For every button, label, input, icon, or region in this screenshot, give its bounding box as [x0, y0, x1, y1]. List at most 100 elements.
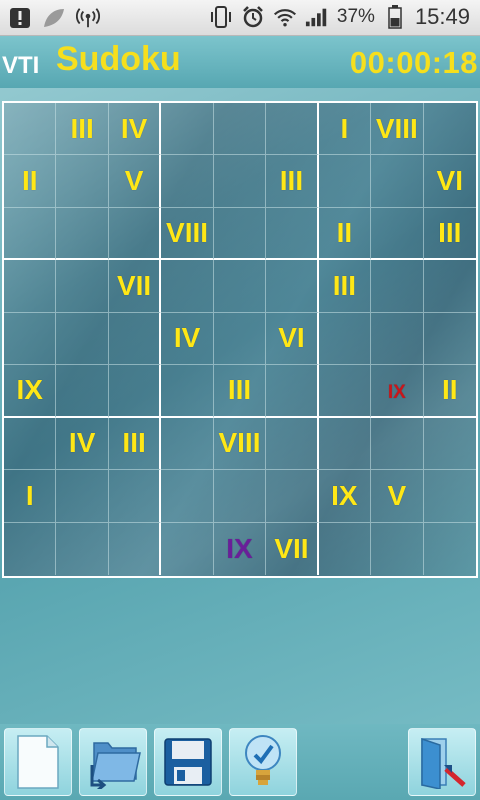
- sudoku-cell[interactable]: [56, 522, 109, 575]
- sudoku-cell[interactable]: II: [423, 365, 476, 418]
- status-bar: 37% 15:49: [0, 0, 480, 36]
- sudoku-cell[interactable]: I: [318, 103, 372, 156]
- sudoku-cell[interactable]: [318, 155, 372, 208]
- sudoku-cell[interactable]: [4, 312, 57, 366]
- sudoku-cell[interactable]: [423, 418, 476, 471]
- sudoku-cell[interactable]: III: [56, 103, 109, 156]
- sudoku-cell[interactable]: V: [108, 155, 162, 208]
- sudoku-cell[interactable]: IX: [371, 365, 424, 418]
- open-folder-icon: [90, 742, 141, 789]
- sudoku-cell[interactable]: [109, 522, 162, 575]
- sudoku-cell[interactable]: VI: [266, 312, 319, 366]
- vibrate-icon: [209, 5, 233, 29]
- sudoku-cell[interactable]: [161, 103, 214, 156]
- signal-icon: [305, 5, 329, 29]
- sudoku-cell[interactable]: [423, 103, 476, 156]
- sudoku-cell[interactable]: [213, 260, 267, 313]
- sudoku-cell[interactable]: VII: [108, 260, 162, 313]
- sudoku-cell[interactable]: [266, 260, 319, 313]
- sudoku-cell[interactable]: IV: [161, 312, 214, 366]
- sudoku-cell[interactable]: [4, 522, 57, 575]
- sudoku-cell[interactable]: [56, 260, 109, 313]
- exit-door-icon: [421, 737, 466, 789]
- sudoku-cell[interactable]: [266, 470, 319, 523]
- sudoku-cell[interactable]: [318, 417, 372, 471]
- sudoku-cell[interactable]: [161, 155, 214, 208]
- sudoku-cell[interactable]: II: [4, 155, 57, 208]
- sudoku-cell[interactable]: [56, 365, 109, 418]
- sudoku-cell[interactable]: [213, 312, 267, 366]
- sudoku-cell[interactable]: III: [318, 260, 372, 313]
- sudoku-cell[interactable]: [56, 312, 109, 366]
- sudoku-cell[interactable]: [4, 207, 57, 261]
- sudoku-cell[interactable]: [56, 470, 109, 523]
- sudoku-cell[interactable]: IX: [4, 365, 57, 418]
- sudoku-cell[interactable]: [266, 207, 319, 261]
- notification-icon: [8, 6, 32, 30]
- sudoku-cell[interactable]: VIII: [371, 103, 424, 156]
- title-bar: VTI Sudoku 00:00:18: [0, 36, 480, 88]
- sudoku-cell[interactable]: [371, 260, 424, 313]
- sudoku-cell[interactable]: IX: [214, 522, 267, 575]
- exit-button[interactable]: [408, 728, 476, 796]
- sudoku-cell[interactable]: [161, 522, 214, 575]
- sudoku-cell[interactable]: [56, 155, 109, 208]
- sudoku-cell[interactable]: I: [4, 470, 57, 523]
- sudoku-cell[interactable]: [161, 470, 214, 523]
- sudoku-cell[interactable]: III: [108, 417, 162, 471]
- game-timer: 00:00:18: [349, 45, 478, 80]
- sudoku-cell[interactable]: [4, 260, 57, 313]
- sudoku-cell[interactable]: II: [318, 207, 372, 261]
- new-document-icon: [17, 735, 59, 789]
- sudoku-cell[interactable]: IV: [108, 103, 162, 156]
- sudoku-cell[interactable]: VI: [423, 155, 476, 208]
- sudoku-cell[interactable]: [371, 312, 424, 366]
- open-game-button[interactable]: [79, 728, 147, 796]
- sudoku-cell[interactable]: IV: [56, 417, 109, 471]
- sudoku-cell[interactable]: [319, 522, 372, 575]
- sudoku-cell[interactable]: [56, 207, 109, 261]
- sudoku-cell[interactable]: [424, 523, 476, 575]
- sudoku-cell[interactable]: [213, 207, 267, 261]
- sudoku-cell[interactable]: [371, 417, 424, 471]
- leaf-icon: [42, 6, 66, 30]
- sudoku-cell[interactable]: [161, 260, 214, 313]
- sudoku-cell[interactable]: VIII: [161, 207, 214, 261]
- sudoku-cell[interactable]: [423, 313, 476, 366]
- sudoku-cell[interactable]: [423, 470, 476, 523]
- sudoku-cell[interactable]: VII: [266, 522, 319, 575]
- sudoku-cell[interactable]: [266, 365, 319, 418]
- app-title: Sudoku: [56, 40, 181, 78]
- sudoku-cell[interactable]: III: [213, 365, 267, 418]
- sudoku-cell[interactable]: [4, 103, 57, 156]
- sudoku-cell[interactable]: [318, 365, 372, 418]
- sudoku-cell[interactable]: [371, 155, 424, 208]
- sudoku-cell[interactable]: [318, 312, 372, 366]
- sudoku-cell[interactable]: [213, 155, 267, 208]
- sudoku-cell[interactable]: [371, 207, 424, 261]
- sudoku-cell[interactable]: VIII: [213, 417, 267, 471]
- sudoku-cell[interactable]: [213, 470, 267, 523]
- sudoku-cell[interactable]: [213, 103, 267, 156]
- sudoku-cell[interactable]: IX: [318, 470, 372, 523]
- hotspot-icon: [76, 6, 100, 30]
- brand-label: VTI: [2, 52, 40, 79]
- new-game-button[interactable]: [4, 728, 72, 796]
- sudoku-cell[interactable]: III: [423, 208, 476, 261]
- sudoku-cell[interactable]: [266, 417, 319, 471]
- save-game-button[interactable]: [154, 728, 222, 796]
- sudoku-cell[interactable]: [108, 365, 162, 418]
- sudoku-cell[interactable]: V: [371, 470, 424, 523]
- sudoku-cell[interactable]: [108, 470, 162, 523]
- sudoku-cell[interactable]: [4, 417, 57, 471]
- sudoku-cell[interactable]: [371, 522, 424, 575]
- sudoku-cell[interactable]: [108, 312, 162, 366]
- sudoku-cell[interactable]: [161, 365, 214, 418]
- floppy-disk-icon: [164, 738, 212, 786]
- sudoku-cell[interactable]: [108, 207, 162, 261]
- sudoku-cell[interactable]: [266, 103, 319, 156]
- sudoku-cell[interactable]: III: [266, 155, 319, 208]
- hint-button[interactable]: [229, 728, 297, 796]
- sudoku-cell[interactable]: [161, 417, 214, 471]
- sudoku-cell[interactable]: [423, 260, 476, 313]
